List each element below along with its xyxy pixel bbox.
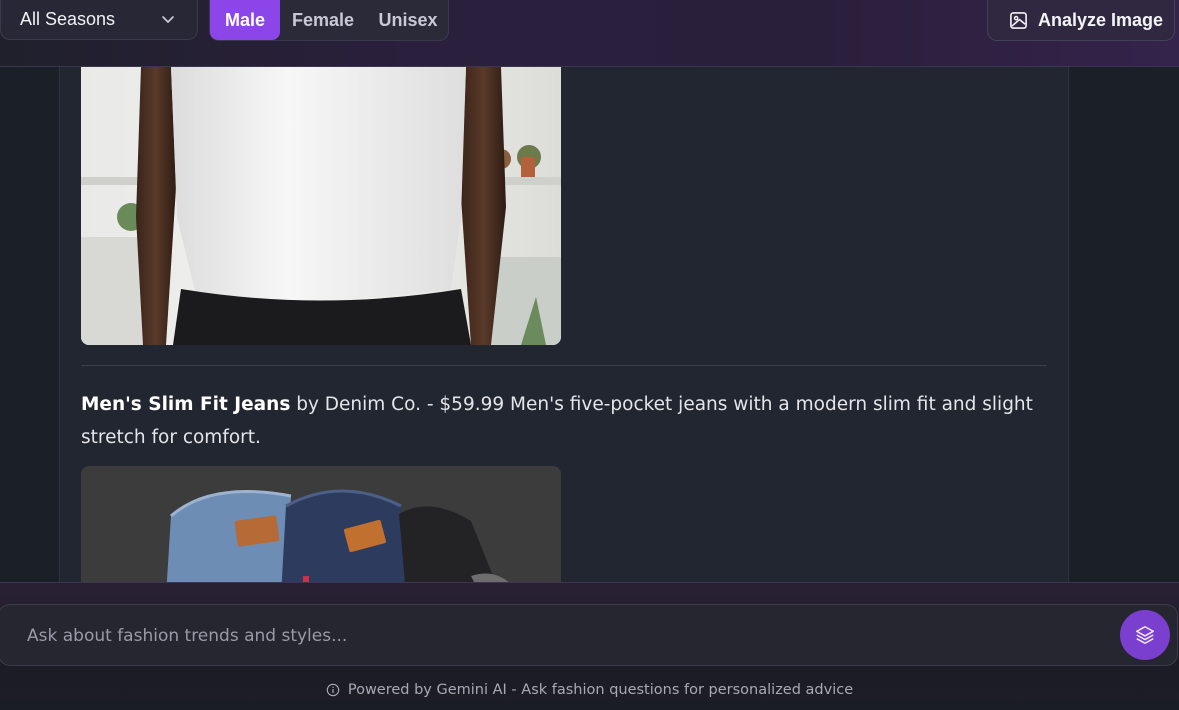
gender-option-male[interactable]: Male [210, 0, 280, 40]
chat-input[interactable] [25, 605, 1109, 667]
product-name: Men's Slim Fit Jeans [81, 394, 291, 415]
info-icon [326, 683, 340, 697]
chat-message-panel: Men's Slim Fit Jeans by Denim Co. - $59.… [59, 67, 1069, 582]
layers-icon [1135, 625, 1155, 645]
product-description: Men's Slim Fit Jeans by Denim Co. - $59.… [81, 388, 1047, 454]
season-select[interactable]: All Seasons [0, 0, 198, 40]
gender-option-female[interactable]: Female [282, 0, 364, 40]
message-divider [81, 365, 1047, 366]
product-brand-price: by Denim Co. - $59.99 [296, 394, 505, 415]
chat-input-bar: Powered by Gemini AI - Ask fashion quest… [0, 582, 1179, 710]
top-toolbar: All Seasons Male Female Unisex Analyze I… [0, 0, 1179, 67]
gender-toggle-group: Male Female Unisex [209, 0, 449, 41]
product-image-white-tshirt [81, 67, 561, 345]
send-button[interactable] [1120, 610, 1170, 660]
gender-option-unisex[interactable]: Unisex [367, 0, 449, 40]
analyze-image-label: Analyze Image [1038, 9, 1164, 30]
chat-input-container [0, 604, 1178, 667]
analyze-image-button[interactable]: Analyze Image [987, 0, 1175, 41]
season-select-value: All Seasons [20, 9, 116, 29]
powered-by-note: Powered by Gemini AI - Ask fashion quest… [0, 682, 1179, 698]
chevron-down-icon [162, 16, 174, 23]
powered-by-text: Powered by Gemini AI - Ask fashion quest… [347, 682, 854, 698]
product-image-jeans [81, 466, 561, 582]
image-icon [1010, 11, 1027, 29]
